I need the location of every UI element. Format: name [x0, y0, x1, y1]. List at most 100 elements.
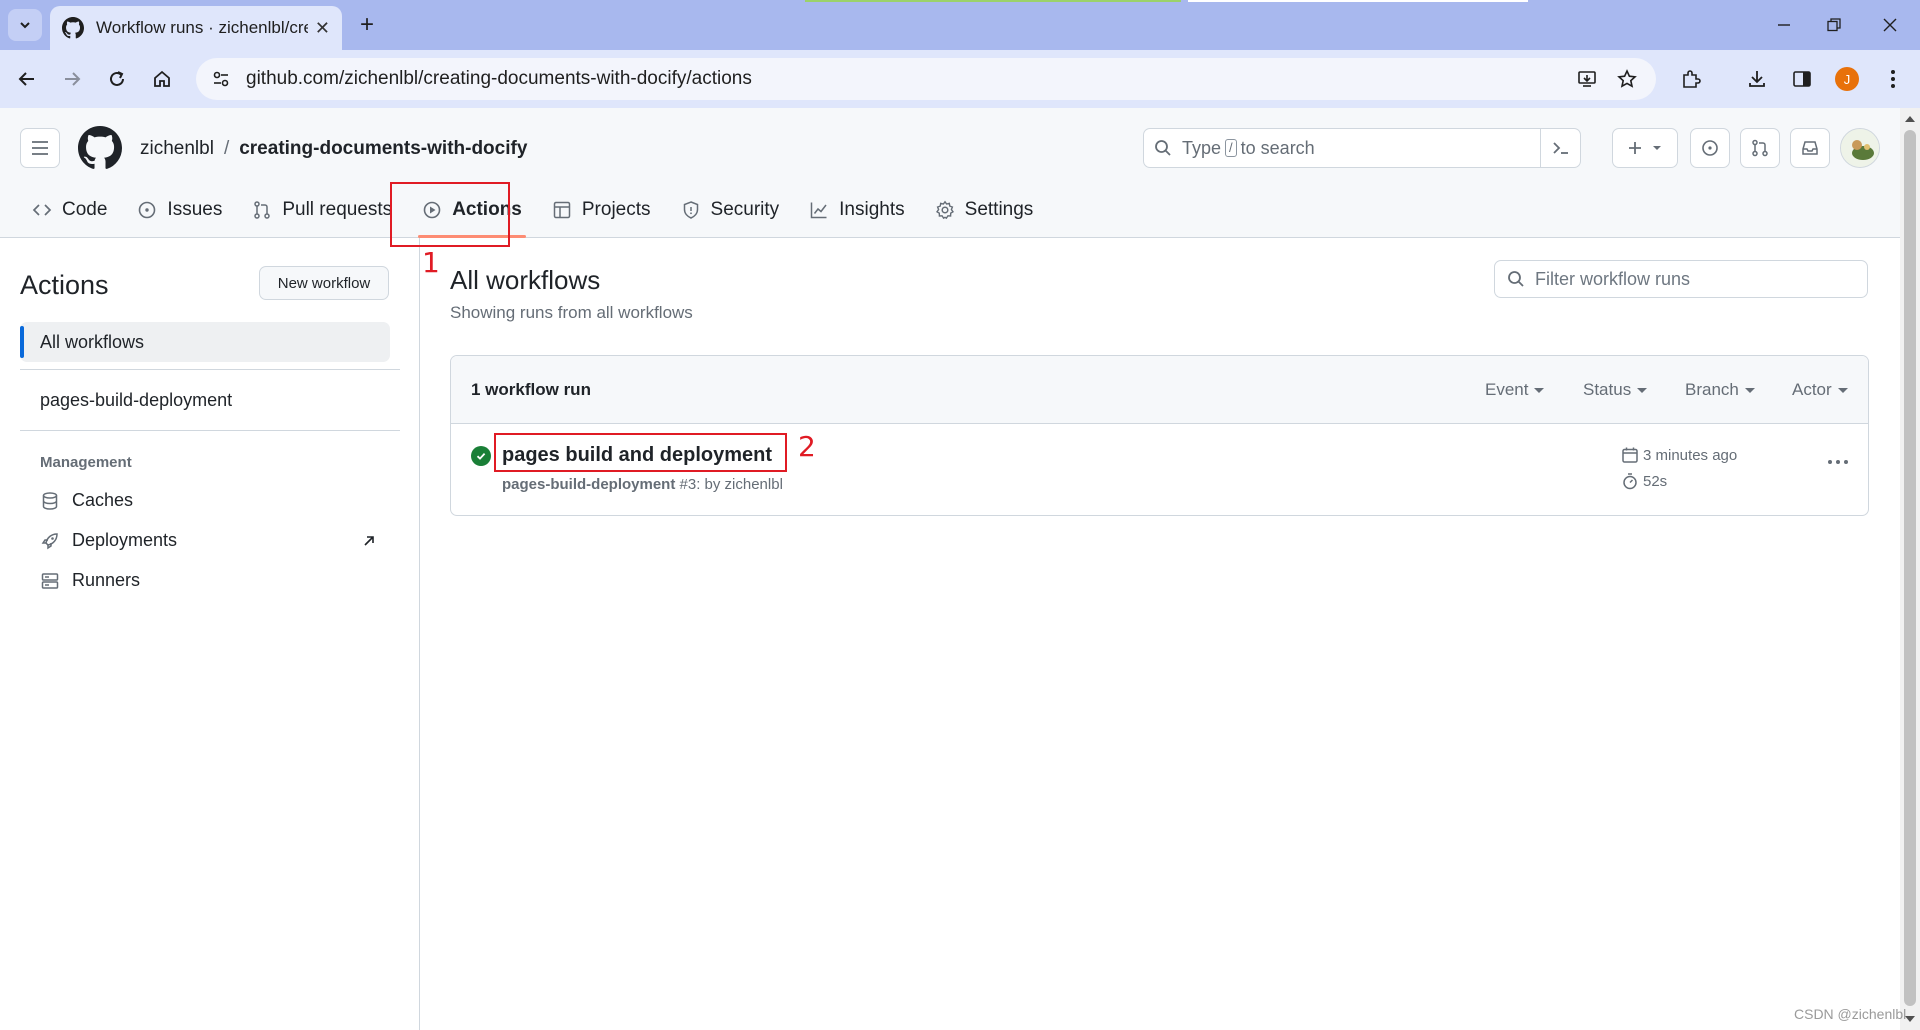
run-actions-menu-button[interactable] [1821, 448, 1855, 476]
puzzle-icon [1683, 70, 1701, 88]
install-app-button[interactable] [1570, 62, 1604, 96]
issues-button[interactable] [1690, 128, 1730, 168]
forward-button[interactable] [55, 62, 89, 96]
site-settings-icon[interactable] [210, 68, 232, 90]
caret-down-icon [1744, 387, 1755, 393]
caret-down-icon [1653, 146, 1661, 150]
breadcrumb: zichenlbl / creating-documents-with-doci… [140, 138, 527, 160]
tab-security[interactable]: Security [669, 190, 792, 230]
search-input[interactable]: Type / to search [1143, 128, 1581, 168]
arrow-left-icon [18, 72, 34, 86]
global-nav-menu-button[interactable] [20, 128, 60, 168]
create-new-button[interactable] [1612, 128, 1678, 168]
restore-button[interactable] [1814, 10, 1854, 40]
minimize-button[interactable] [1764, 10, 1804, 40]
scrollbar-thumb[interactable] [1904, 130, 1916, 1006]
github-logo-icon[interactable] [78, 126, 122, 170]
status-filter-button[interactable]: Status [1583, 380, 1648, 400]
repo-owner-link[interactable]: zichenlbl [140, 138, 214, 160]
page-subtitle: Showing runs from all workflows [450, 303, 693, 322]
title-stripe [805, 0, 1181, 2]
command-palette-button[interactable] [1540, 129, 1580, 167]
sidebar-item-all-workflows[interactable]: All workflows [20, 322, 390, 362]
sidebar-item-label: Runners [72, 570, 141, 590]
close-window-button[interactable] [1870, 10, 1910, 40]
rocket-icon [41, 532, 58, 549]
browser-tab[interactable]: Workflow runs · zichenlbl/creating-docum… [50, 6, 342, 50]
tab-projects[interactable]: Projects [540, 190, 663, 230]
bookmark-button[interactable] [1610, 62, 1644, 96]
tab-search-button[interactable] [8, 9, 42, 41]
avatar-image [1841, 129, 1879, 167]
issue-opened-icon [139, 201, 156, 219]
new-workflow-button[interactable]: New workflow [259, 266, 389, 300]
repo-name-link[interactable]: creating-documents-with-docify [239, 138, 527, 160]
star-icon [1617, 69, 1637, 88]
download-icon [1749, 71, 1765, 87]
chevron-down-icon [20, 22, 30, 29]
reload-icon [110, 71, 124, 86]
search-suffix: to search [1240, 137, 1315, 158]
pull-requests-button[interactable] [1740, 128, 1780, 168]
scroll-up-arrow-icon[interactable] [1905, 116, 1915, 122]
profile-button[interactable]: J [1830, 62, 1864, 96]
annotation-number: 1 [422, 246, 440, 279]
server-icon [41, 572, 59, 589]
home-button[interactable] [145, 62, 179, 96]
graph-icon [810, 202, 827, 219]
branch-filter-button[interactable]: Branch [1685, 380, 1755, 400]
check-circle-icon [471, 446, 491, 466]
url-text: github.com/zichenlbl/creating-documents-… [246, 68, 752, 89]
extensions-button[interactable] [1674, 62, 1708, 96]
tab-settings[interactable]: Settings [923, 190, 1046, 230]
home-icon [154, 70, 170, 87]
event-filter-button[interactable]: Event [1485, 380, 1545, 400]
close-icon[interactable]: ✕ [315, 18, 330, 39]
address-bar[interactable]: github.com/zichenlbl/creating-documents-… [196, 58, 1656, 100]
tab-insights[interactable]: Insights [797, 190, 916, 230]
back-button[interactable] [10, 62, 44, 96]
browser-toolbar: github.com/zichenlbl/creating-documents-… [0, 50, 1920, 108]
install-icon [1578, 71, 1596, 87]
page-title: All workflows [450, 265, 601, 295]
reload-button[interactable] [100, 62, 134, 96]
inbox-button[interactable] [1790, 128, 1830, 168]
side-panel-icon [1793, 71, 1811, 87]
tab-pull-requests[interactable]: Pull requests [240, 190, 404, 230]
search-icon [1155, 140, 1171, 156]
side-panel-button[interactable] [1785, 62, 1819, 96]
watermark: CSDN @zichenlbl [1794, 1006, 1907, 1022]
tab-label: Insights [839, 199, 905, 220]
workflow-name-link[interactable]: pages-build-deployment [502, 476, 675, 493]
external-link-icon [364, 536, 374, 546]
tab-issues[interactable]: Issues [125, 190, 234, 230]
user-avatar[interactable] [1840, 128, 1880, 168]
sidebar-item-deployments[interactable]: Deployments [40, 530, 177, 551]
table-icon [553, 201, 571, 219]
annotation-box-actions [390, 182, 510, 247]
sidebar-item-label: Deployments [72, 530, 178, 550]
browser-menu-button[interactable] [1876, 62, 1910, 96]
filter-label: Branch [1685, 380, 1739, 399]
filter-workflow-runs-input[interactable]: Filter workflow runs [1494, 260, 1868, 298]
breadcrumb-separator: / [223, 138, 230, 159]
inbox-icon [1802, 141, 1818, 155]
new-tab-button[interactable]: + [352, 10, 382, 40]
sidebar-item-caches[interactable]: Caches [40, 490, 133, 511]
sidebar-title: Actions [20, 270, 109, 300]
filter-placeholder: Filter workflow runs [1535, 268, 1691, 289]
sidebar-item-workflow[interactable]: pages-build-deployment [40, 390, 232, 411]
actor-filter-button[interactable]: Actor [1792, 380, 1848, 400]
title-stripe [1188, 0, 1528, 2]
downloads-button[interactable] [1740, 62, 1774, 96]
tab-label: Settings [964, 199, 1034, 220]
page-scrollbar[interactable] [1900, 108, 1920, 1030]
sidebar-item-runners[interactable]: Runners [40, 570, 140, 591]
search-shortcut-key: / [1225, 139, 1237, 157]
kebab-menu-icon [1891, 70, 1895, 88]
git-pull-request-icon [1752, 139, 1768, 157]
tab-label: Security [710, 199, 780, 220]
tab-code[interactable]: Code [20, 190, 119, 230]
divider [20, 369, 400, 370]
scroll-down-arrow-icon[interactable] [1905, 1016, 1915, 1022]
